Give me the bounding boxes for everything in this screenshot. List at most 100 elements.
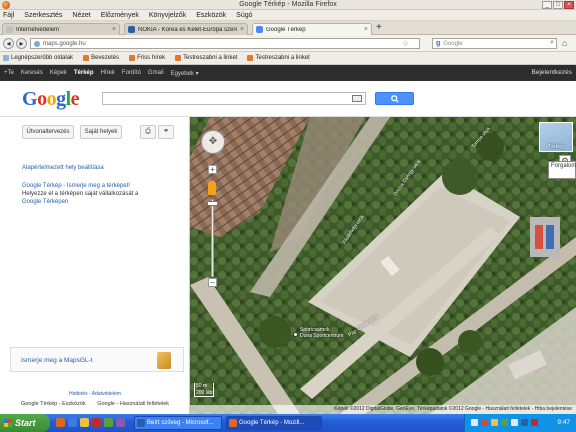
bookmark-customize-1[interactable]: Testreszabni a linket: [175, 55, 237, 61]
menu-view[interactable]: Nézet: [72, 12, 90, 19]
start-label: Start: [15, 418, 36, 428]
bookmark-most-visited[interactable]: Legnépszerűbb oldalak: [3, 55, 73, 61]
business-promo-link[interactable]: Google Térképen: [22, 199, 68, 205]
close-window-button[interactable]: ×: [564, 1, 574, 9]
menu-tools[interactable]: Eszközök: [196, 12, 226, 19]
footer-terms-link[interactable]: Google - Használati feltételek: [97, 401, 169, 407]
business-promo-text[interactable]: Helyezze el a térképen saját vállalkozás…: [22, 191, 138, 197]
menu-edit[interactable]: Szerkesztés: [24, 12, 62, 19]
site-identity-icon: [34, 40, 40, 47]
volume-icon[interactable]: [511, 419, 518, 426]
menu-help[interactable]: Súgó: [236, 12, 252, 19]
gbar-images[interactable]: Képek: [50, 70, 67, 76]
footer-maps-tools[interactable]: Google Térkép - Eszközök: [21, 401, 86, 407]
quicklaunch-app-icon[interactable]: [116, 418, 125, 427]
directions-button[interactable]: Útvonaltervezés: [22, 125, 74, 139]
set-default-location-link[interactable]: Alapértelmezett hely beállítása: [22, 165, 104, 171]
tab-close-icon[interactable]: ×: [364, 26, 371, 33]
pegman-street-view-icon[interactable]: [208, 181, 216, 195]
my-places-button[interactable]: Saját helyek: [80, 125, 122, 139]
pan-control[interactable]: ✥: [201, 130, 225, 154]
firefox-icon: [229, 419, 237, 427]
print-icon[interactable]: ⎙: [140, 125, 156, 139]
bookmark-customize-2[interactable]: Testreszabni a linket: [247, 55, 310, 61]
menu-history[interactable]: Előzmények: [101, 12, 139, 19]
mapsgl-promo[interactable]: Ismerje meg a MapsGL-t: [10, 347, 184, 372]
zoom-out-button[interactable]: −: [208, 278, 217, 287]
gbar-translate[interactable]: Fordító: [122, 70, 141, 76]
minimize-button[interactable]: _: [542, 1, 552, 9]
maps-search-button[interactable]: [375, 92, 414, 105]
maps-search-input[interactable]: [102, 92, 366, 105]
tray-icon[interactable]: [531, 419, 538, 426]
forward-button[interactable]: ▸: [16, 38, 27, 49]
clock[interactable]: 9:47: [557, 419, 570, 426]
network-icon[interactable]: [521, 419, 528, 426]
tray-icon[interactable]: [491, 419, 498, 426]
google-logo[interactable]: Google: [22, 88, 80, 111]
menu-file[interactable]: Fájl: [3, 12, 14, 19]
tab-label: Google Térkép: [266, 26, 306, 33]
google-top-bar: +Te Keresés Képek Térkép Hírek Fordító G…: [0, 65, 576, 81]
gbar-gmail[interactable]: Gmail: [148, 70, 164, 76]
window-controls: _ □ ×: [542, 1, 574, 9]
zoom-slider-track[interactable]: [211, 199, 214, 277]
quicklaunch-firefox-icon[interactable]: [56, 418, 65, 427]
search-icon: [390, 95, 399, 103]
google-engine-icon: g: [436, 40, 441, 47]
tray-icon[interactable]: [501, 419, 508, 426]
maximize-button[interactable]: □: [553, 1, 563, 9]
menu-bookmarks[interactable]: Könyvjelzők: [149, 12, 186, 19]
quicklaunch-app-icon[interactable]: [92, 418, 101, 427]
tab-close-icon[interactable]: ×: [240, 26, 247, 33]
tray-icon[interactable]: [471, 419, 478, 426]
layer-card[interactable]: Forgalom: [548, 161, 576, 179]
tab-internetvedelem[interactable]: Internetvédelem ×: [2, 23, 120, 35]
home-icon[interactable]: ⌂: [562, 38, 567, 48]
windows-taskbar: Start Beírt szöveg - Microsof... Google …: [0, 414, 576, 432]
tray-icon[interactable]: [481, 419, 488, 426]
start-button[interactable]: Start: [0, 414, 50, 432]
bookmark-icon: [83, 55, 90, 61]
back-button[interactable]: ◂: [3, 38, 14, 49]
gbar-more[interactable]: Egyebek ▾: [171, 70, 199, 77]
footer-links[interactable]: Hirdetés - Adatvédelem: [0, 391, 190, 397]
gbar-plus-you[interactable]: +Te: [4, 70, 14, 76]
tab-nokia[interactable]: NOKIA - Korea és Kelet-Európa szerepe...…: [124, 23, 248, 35]
taskbar-item-label: Google Térkép - Mozill...: [239, 420, 305, 426]
link-icon[interactable]: ⚭: [158, 125, 174, 139]
explore-maps-link[interactable]: Google Térkép - Ismerje meg a térképet!: [22, 183, 130, 189]
quicklaunch-folder-icon[interactable]: [80, 418, 89, 427]
satellite-map[interactable]: ✥ + − Térkép ⚙ Forgalom Tompa utca Dózsa…: [190, 117, 576, 414]
browser-search-box[interactable]: g Google ⌕: [432, 38, 557, 49]
map-type-thumbnail[interactable]: Térkép: [539, 122, 573, 152]
search-icon[interactable]: ⌕: [550, 39, 554, 47]
satellite-imagery: [190, 117, 576, 414]
map-attribution[interactable]: Képek ©2012 DigitalGlobe, GeoEye, Térkép…: [190, 405, 576, 414]
zoom-in-button[interactable]: +: [208, 165, 217, 174]
bookmark-star-icon[interactable]: ☆: [402, 39, 409, 48]
gbar-search[interactable]: Keresés: [21, 70, 43, 76]
bookmark-icon: [247, 55, 254, 61]
bookmark-getting-started[interactable]: Bevezetés: [83, 55, 119, 61]
place-label[interactable]: Sportcsarnok Duna Sportcentrum: [300, 327, 343, 339]
quicklaunch-app-icon[interactable]: [104, 418, 113, 427]
tab-google-maps[interactable]: Google Térkép ×: [252, 23, 372, 35]
quicklaunch-ie-icon[interactable]: [68, 418, 77, 427]
url-bar[interactable]: maps.google.hu: [30, 38, 420, 49]
new-tab-button[interactable]: +: [376, 23, 382, 33]
tab-favicon-icon: [6, 26, 13, 33]
map-scale: 50 m 200 láb: [194, 383, 214, 397]
rss-icon: [129, 55, 136, 61]
tab-close-icon[interactable]: ×: [112, 26, 119, 33]
sign-in-link[interactable]: Bejelentkezés: [532, 69, 572, 76]
gbar-maps[interactable]: Térkép: [74, 70, 94, 76]
keyboard-icon[interactable]: [352, 95, 362, 102]
place-marker-icon[interactable]: [293, 332, 298, 337]
taskbar-firefox-window[interactable]: Google Térkép - Mozill...: [226, 416, 322, 430]
zoom-slider-handle[interactable]: [207, 201, 218, 206]
bookmark-latest-news[interactable]: Friss hírek: [129, 55, 165, 61]
taskbar-word-window[interactable]: Beírt szöveg - Microsof...: [134, 416, 222, 430]
tab-strip: Internetvédelem × NOKIA - Korea és Kelet…: [0, 21, 576, 35]
gbar-news[interactable]: Hírek: [101, 70, 115, 76]
